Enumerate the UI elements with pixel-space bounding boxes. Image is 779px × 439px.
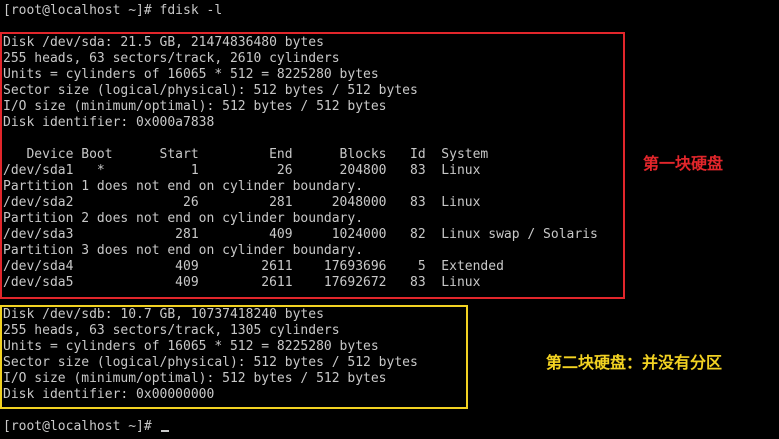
second-disk-highlight-box xyxy=(0,305,468,409)
first-disk-highlight-box xyxy=(0,32,625,299)
cursor xyxy=(160,430,169,432)
first-disk-annotation: 第一块硬盘 xyxy=(643,154,724,173)
command-line: [root@localhost ~]# fdisk -l xyxy=(3,3,223,18)
final-prompt: [root@localhost ~]# xyxy=(3,419,160,434)
final-prompt-line[interactable]: [root@localhost ~]# xyxy=(3,419,598,435)
second-disk-annotation: 第二块硬盘：并没有分区 xyxy=(546,353,723,372)
